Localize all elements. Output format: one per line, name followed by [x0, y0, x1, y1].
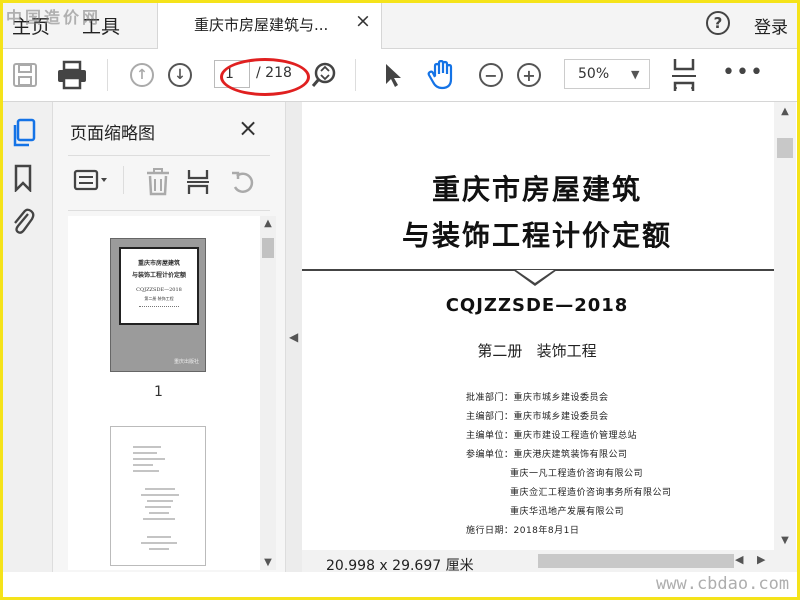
main-toolbar: ↑ ↓ 1 / 218 − + 50% ▼: [0, 49, 800, 102]
panel-splitter[interactable]: ◀: [286, 102, 302, 572]
panel-title: 页面缩略图: [70, 124, 155, 144]
login-link[interactable]: 登录: [754, 13, 788, 38]
print-icon[interactable]: [56, 60, 88, 90]
page-thumbnail[interactable]: 重庆市房屋建筑 与装饰工程计价定额 CQJZZSDE—2018 第二册 装饰工程…: [110, 238, 206, 372]
thumbnail-text: CQJZZSDE—2018: [136, 287, 182, 293]
thumbnail-cover: 重庆市房屋建筑 与装饰工程计价定额 CQJZZSDE—2018 第二册 装饰工程: [119, 247, 199, 325]
document-participant: 重庆佥汇工程造价咨询事务所有限公司: [510, 488, 672, 498]
document-participant: 重庆华迅地产发展有限公司: [510, 507, 625, 517]
zoom-out-icon[interactable]: −: [479, 63, 503, 87]
zoom-select[interactable]: 50% ▼: [564, 59, 650, 89]
page-number-input[interactable]: 1: [214, 60, 250, 88]
toolbar-separator: [107, 59, 108, 91]
page-total-label: / 218: [256, 65, 292, 81]
fit-page-icon[interactable]: [671, 57, 697, 93]
scrollbar-thumb[interactable]: [262, 238, 274, 258]
scroll-left-icon[interactable]: ◀: [735, 553, 743, 566]
scroll-up-icon[interactable]: ▲: [777, 106, 793, 117]
panel-separator: [123, 166, 124, 194]
zoom-search-icon[interactable]: [310, 61, 338, 89]
thumbnail-scrollbar[interactable]: ▲ ▼: [260, 216, 276, 570]
page-size-label: 20.998 x 29.697 厘米: [326, 558, 474, 574]
thumbnail-list: 重庆市房屋建筑 与装饰工程计价定额 CQJZZSDE—2018 第二册 装饰工程…: [68, 216, 260, 570]
delete-icon[interactable]: [145, 168, 171, 196]
scroll-down-icon[interactable]: ▼: [260, 557, 276, 568]
help-icon[interactable]: ?: [706, 11, 730, 35]
previous-page-icon[interactable]: ↑: [130, 63, 154, 87]
zoom-value: 50%: [578, 66, 610, 82]
document-vertical-scrollbar[interactable]: ▲ ▼: [774, 102, 796, 550]
scroll-up-icon[interactable]: ▲: [260, 218, 276, 229]
document-tab[interactable]: 重庆市房屋建筑与... ×: [157, 0, 382, 49]
top-menu-bar: 主页 工具 重庆市房屋建筑与... × ? 登录: [0, 0, 800, 49]
document-view[interactable]: 重庆市房屋建筑 与装饰工程计价定额 CQJZZSDE—2018 第二册 装饰工程…: [302, 102, 774, 550]
panel-divider: [68, 155, 270, 156]
toolbar-separator: [355, 59, 356, 91]
document-title-line2: 与装饰工程计价定额: [401, 219, 672, 252]
thumbnail-text: 第二册 装饰工程: [144, 296, 174, 301]
document-editor-dept: 主编部门：重庆市城乡建设委员会: [466, 412, 609, 422]
document-approval: 批准部门：重庆市城乡建设委员会: [466, 393, 609, 403]
chevron-down-icon: ▼: [631, 68, 640, 81]
more-options-icon[interactable]: •••: [722, 60, 764, 85]
navigation-rail: [0, 102, 53, 572]
document-volume: 第二册 装饰工程: [477, 342, 597, 360]
document-rule-chevron-inner: [516, 270, 554, 283]
collapse-panel-icon[interactable]: ◀: [289, 330, 298, 344]
thumbnail-options-icon[interactable]: [73, 169, 111, 191]
thumbnail-footer: 重庆出版社: [173, 359, 199, 365]
save-icon[interactable]: [12, 62, 38, 88]
document-participants: 参编单位：重庆港庆建筑装饰有限公司: [466, 450, 628, 460]
document-effective-date: 施行日期：2018年8月1日: [466, 526, 580, 536]
rotate-icon[interactable]: [229, 169, 257, 195]
document-editor-unit: 主编单位：重庆市建设工程造价管理总站: [466, 431, 638, 441]
scroll-right-icon[interactable]: ▶: [757, 553, 765, 566]
page-thumbnails-icon[interactable]: [11, 118, 37, 148]
thumbnail-text: 重庆市房屋建筑: [137, 260, 180, 267]
hand-tool-icon[interactable]: [426, 60, 456, 90]
thumbnails-panel: 页面缩略图 × 重庆市房屋建筑 与装饰工程计价定额 CQJZZSDE—2018 …: [53, 102, 286, 572]
panel-divider: [68, 210, 270, 211]
select-cursor-icon[interactable]: [383, 62, 403, 88]
watermark-bottom: www.cbdao.com: [656, 574, 790, 594]
scrollbar-thumb[interactable]: [777, 138, 793, 158]
thumbnail-lines: [139, 306, 179, 321]
thumbnail-page-number: 1: [154, 384, 163, 400]
extract-pages-icon[interactable]: [186, 168, 210, 196]
page-thumbnail[interactable]: [110, 426, 206, 566]
panel-close-icon[interactable]: ×: [238, 114, 258, 142]
thumbnail-text-lines: [133, 446, 179, 550]
document-tab-title: 重庆市房屋建筑与...: [194, 16, 329, 34]
bookmark-icon[interactable]: [13, 164, 33, 192]
document-title-line1: 重庆市房屋建筑: [431, 173, 642, 206]
tab-close-icon[interactable]: ×: [355, 10, 371, 32]
watermark-top: 中国造价网: [6, 8, 102, 27]
zoom-in-icon[interactable]: +: [517, 63, 541, 87]
thumbnail-text: 与装饰工程计价定额: [131, 272, 186, 279]
document-participant: 重庆一凡工程造价咨询有限公司: [510, 469, 644, 479]
horizontal-scrollbar-thumb[interactable]: [538, 554, 734, 568]
document-code: CQJZZSDE—2018: [445, 295, 629, 316]
next-page-icon[interactable]: ↓: [168, 63, 192, 87]
attachment-icon[interactable]: [10, 206, 36, 236]
scroll-down-icon[interactable]: ▼: [777, 535, 793, 546]
